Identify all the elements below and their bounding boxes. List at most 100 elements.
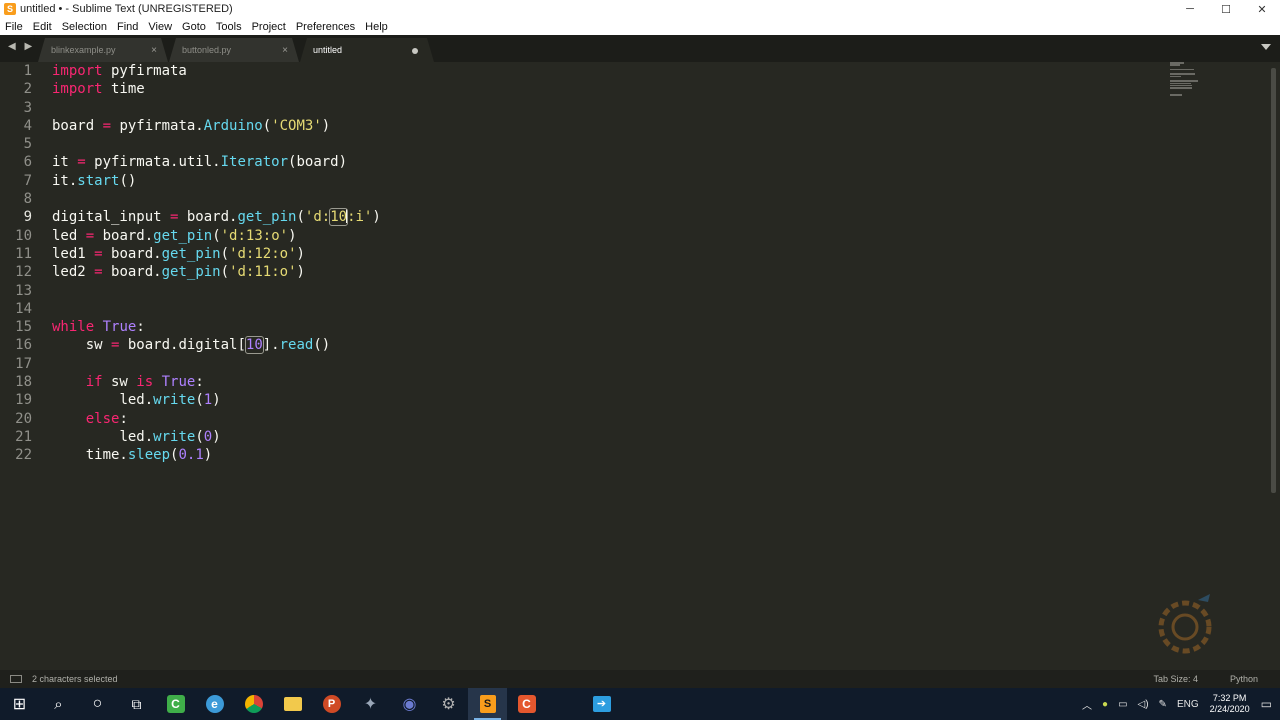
pen-icon[interactable]: ✎	[1159, 699, 1167, 710]
code-token: (	[296, 209, 305, 226]
tab-bar: ◀ ▶ blinkexample.py × buttonled.py × unt…	[0, 35, 1280, 62]
task-view-icon[interactable]: ⧉	[117, 688, 156, 720]
menu-preferences[interactable]: Preferences	[291, 21, 360, 33]
menu-project[interactable]: Project	[247, 21, 291, 33]
syntax-indicator[interactable]: Python	[1230, 674, 1258, 684]
minimap-line	[1170, 64, 1180, 66]
tab-menu-icon[interactable]	[1261, 44, 1271, 50]
cortana-icon[interactable]: ○	[78, 688, 117, 720]
code-line: led.write(1)	[52, 391, 381, 409]
line-number: 19	[15, 392, 32, 409]
minimap-line	[1170, 73, 1195, 75]
tray-app-icon[interactable]: ●	[1102, 699, 1108, 710]
c-app-icon[interactable]: C	[507, 688, 546, 720]
minimap-line	[1170, 68, 1194, 71]
selection-match: 10	[244, 336, 264, 355]
status-bar: 2 characters selected Tab Size: 4 Python	[0, 670, 1280, 688]
arrow-app-icon[interactable]: ➔	[582, 688, 621, 720]
file-explorer-icon[interactable]	[273, 688, 312, 720]
number-literal: 1	[203, 392, 213, 409]
clock-date: 2/24/2020	[1209, 704, 1250, 714]
editor-area[interactable]: 1 2 3 4 5 6 7 8 9 10 11 12 13 14 15 16 1…	[0, 62, 1280, 714]
camtasia-app-icon[interactable]: C	[156, 688, 195, 720]
tab-close-icon[interactable]: ×	[282, 45, 288, 56]
code-token: digital_input	[52, 209, 171, 226]
tab-size-indicator[interactable]: Tab Size: 4	[1153, 674, 1198, 684]
function-name: get_pin	[153, 227, 213, 244]
menu-edit[interactable]: Edit	[28, 21, 57, 33]
keyword: else	[85, 410, 120, 427]
sublime-taskbar-icon[interactable]: S	[468, 688, 507, 720]
operator: =	[77, 154, 86, 171]
minimap[interactable]	[1170, 62, 1202, 102]
notification-icon[interactable]: ▭	[1261, 697, 1272, 711]
tab-close-icon[interactable]: ×	[151, 45, 157, 56]
keyword: is	[136, 374, 154, 391]
code-text[interactable]: import pyfirmata import time board = pyf…	[52, 62, 381, 465]
menu-selection[interactable]: Selection	[57, 21, 112, 33]
chrome-app-icon[interactable]	[234, 688, 273, 720]
menu-tools[interactable]: Tools	[211, 21, 247, 33]
code-line: led2 = board.get_pin('d:11:o')	[52, 263, 381, 281]
close-button[interactable]: ✕	[1244, 0, 1280, 18]
menu-view[interactable]: View	[143, 21, 177, 33]
code-token: led.	[119, 392, 154, 409]
menu-file[interactable]: File	[0, 21, 28, 33]
function-name: read	[279, 337, 314, 354]
code-token: it	[52, 154, 78, 171]
code-token: led.	[119, 428, 154, 445]
code-token: :	[195, 374, 204, 391]
string-literal: 'd:13:o'	[220, 227, 289, 244]
string-literal: 'd:	[304, 209, 331, 226]
volume-icon[interactable]: ◁)	[1138, 699, 1149, 710]
tab-untitled[interactable]: untitled	[300, 38, 434, 62]
function-name: write	[153, 428, 196, 445]
gear-app-icon[interactable]: ⚙	[429, 688, 468, 720]
code-token: )	[296, 264, 305, 281]
system-tray: ︿ ● ▭ ◁) ✎ ENG 7:32 PM 2/24/2020 ▭	[1077, 688, 1280, 720]
minimize-button[interactable]: ─	[1172, 0, 1208, 18]
code-token: :	[136, 319, 145, 336]
line-number: 8	[23, 191, 32, 208]
sublime-app-icon: S	[4, 3, 16, 15]
windows-start-icon[interactable]: ⊞	[0, 688, 39, 720]
clock[interactable]: 7:32 PM 2/24/2020	[1210, 693, 1250, 715]
tray-chevron-icon[interactable]: ︿	[1082, 697, 1092, 712]
dark-app-icon[interactable]: ◉	[390, 688, 429, 720]
tab-nav-arrows[interactable]: ◀ ▶	[8, 41, 35, 52]
bird-app-icon[interactable]: ✦	[351, 688, 390, 720]
operator: =	[94, 264, 103, 281]
search-icon[interactable]: ⌕	[39, 688, 78, 720]
code-token: (board)	[288, 154, 348, 171]
powerpoint-app-icon[interactable]: P	[312, 688, 351, 720]
panel-toggle-icon[interactable]	[10, 675, 22, 683]
minimap-line	[1170, 94, 1182, 96]
code-token: )	[321, 117, 331, 134]
line-number: 3	[23, 99, 32, 116]
tab-buttonled[interactable]: buttonled.py ×	[169, 38, 299, 62]
edge-app-icon[interactable]: e	[195, 688, 234, 720]
network-icon[interactable]: ▭	[1118, 699, 1127, 710]
vertical-scrollbar[interactable]	[1271, 68, 1276, 493]
maximize-button[interactable]: ☐	[1208, 0, 1244, 18]
code-token: (	[195, 392, 204, 409]
menu-help[interactable]: Help	[360, 21, 393, 33]
minimap-line	[1170, 84, 1192, 87]
menu-find[interactable]: Find	[112, 21, 143, 33]
unsaved-dot-icon	[412, 48, 418, 54]
tab-label: blinkexample.py	[51, 45, 116, 55]
code-token: )	[212, 392, 221, 409]
language-indicator[interactable]: ENG	[1177, 699, 1199, 710]
line-number: 7	[23, 172, 32, 189]
tab-blinkexample[interactable]: blinkexample.py ×	[38, 38, 168, 62]
menu-goto[interactable]: Goto	[177, 21, 211, 33]
code-token: )	[212, 428, 221, 445]
line-number: 16	[15, 337, 32, 354]
minimap-line	[1170, 82, 1191, 85]
code-token: ()	[313, 337, 331, 354]
code-token: sw	[102, 374, 137, 391]
